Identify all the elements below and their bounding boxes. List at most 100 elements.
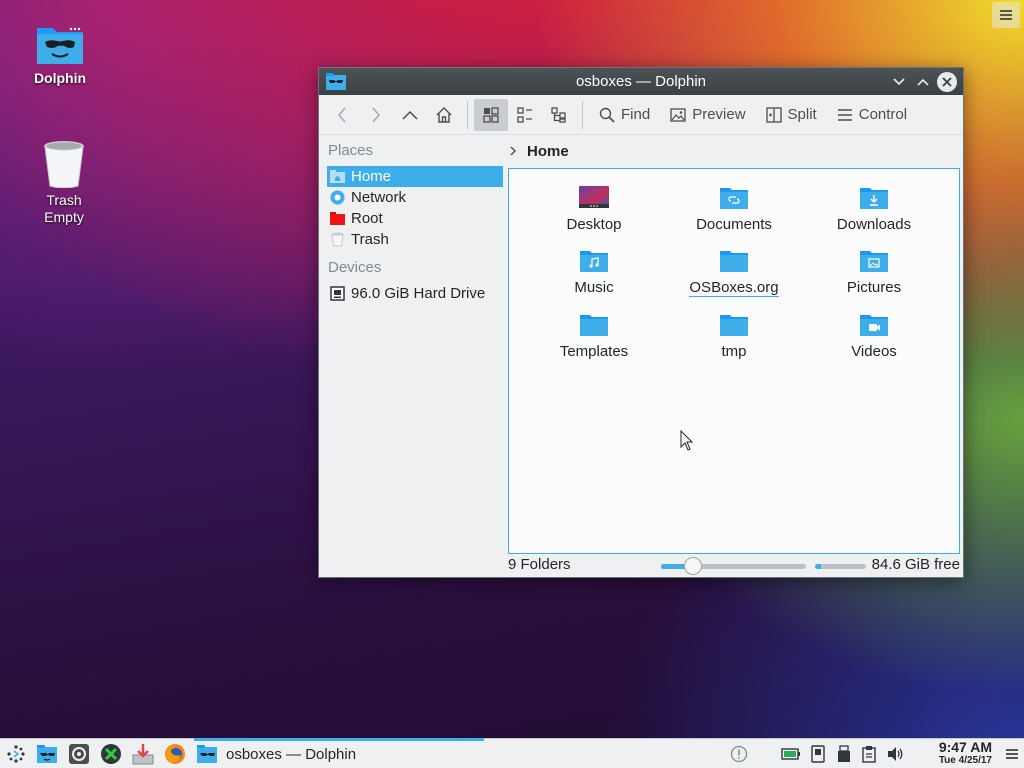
desktop-folder-icon: [579, 186, 609, 208]
arrow-up-icon: [402, 110, 418, 120]
taskbar-dolphin-launcher[interactable]: [36, 743, 58, 765]
taskbar-settings-launcher[interactable]: [68, 743, 90, 765]
download-installer-icon: [132, 744, 154, 765]
dolphin-app-icon: [37, 27, 83, 64]
window-title: osboxes — Dolphin: [575, 73, 707, 90]
file-view[interactable]: Desktop Documents Downloads Music OSBoxe…: [508, 168, 960, 554]
main-toolbar: Find Preview Split Control: [319, 95, 963, 135]
desktop-icon-dolphin[interactable]: Dolphin: [15, 22, 105, 87]
breadcrumb-current: Home: [527, 142, 569, 160]
folder-item-tmp[interactable]: tmp: [669, 307, 799, 360]
taskbar-tool-launcher[interactable]: [100, 743, 122, 765]
chevron-up-icon: [917, 78, 929, 86]
documents-folder-icon: [720, 188, 748, 209]
window-titlebar[interactable]: osboxes — Dolphin: [319, 68, 963, 95]
folder-label: Downloads: [836, 216, 912, 233]
desktop-icon-trash[interactable]: Trash Empty: [19, 140, 109, 226]
home-icon: [436, 106, 452, 123]
split-button[interactable]: Split: [756, 99, 827, 131]
find-button[interactable]: Find: [589, 99, 660, 131]
folder-item-templates[interactable]: Templates: [529, 307, 659, 360]
preview-label: Preview: [692, 106, 746, 123]
forward-button[interactable]: [359, 99, 393, 131]
folder-label: tmp: [721, 343, 747, 360]
downloads-folder-icon: [860, 188, 888, 209]
folder-label: Videos: [851, 343, 897, 360]
usb-tray[interactable]: [836, 745, 852, 763]
status-bar: 9 Folders 84.6 GiB free: [508, 556, 960, 576]
hamburger-menu-icon: [837, 108, 852, 121]
desktop-icon-label-line2: Empty: [44, 209, 84, 225]
details-view-button[interactable]: [542, 99, 576, 131]
desktop-icon-label-line1: Trash: [46, 192, 82, 208]
folder-item-documents[interactable]: Documents: [669, 180, 799, 233]
split-label: Split: [787, 106, 817, 123]
launcher-icon: [7, 745, 25, 763]
clock-date: Tue 4/25/17: [938, 755, 992, 766]
application-launcher[interactable]: [5, 743, 27, 765]
breadcrumb[interactable]: Home: [509, 141, 569, 161]
arrow-left-icon: [338, 107, 346, 122]
preview-button[interactable]: Preview: [660, 99, 755, 131]
control-menu-button[interactable]: Control: [827, 99, 917, 131]
folder-item-music[interactable]: Music: [529, 243, 659, 296]
templates-folder-icon: [580, 315, 608, 336]
folder-item-osboxes[interactable]: OSBoxes.org: [669, 243, 799, 297]
taskbar-installer-launcher[interactable]: [132, 743, 154, 765]
close-icon: [942, 77, 952, 87]
minimize-button[interactable]: [889, 72, 909, 92]
pictures-folder-icon: [860, 251, 888, 272]
places-item-home[interactable]: Home: [327, 166, 503, 187]
notifications-tray[interactable]: [730, 745, 748, 763]
devices-header: Devices: [328, 259, 382, 276]
places-item-root[interactable]: Root: [327, 208, 503, 229]
free-space-bar: [815, 564, 866, 569]
clipboard-tray[interactable]: [861, 745, 877, 763]
battery-tray[interactable]: [781, 746, 801, 762]
device-notifier-tray[interactable]: [810, 745, 826, 763]
places-item-network[interactable]: Network: [327, 187, 503, 208]
notification-icon: [730, 745, 748, 763]
dolphin-app-icon: [197, 745, 217, 763]
taskbar-firefox-launcher[interactable]: [164, 743, 186, 765]
dolphin-title-icon[interactable]: [326, 73, 346, 94]
folder-icon: [720, 251, 748, 272]
dolphin-app-icon: [37, 745, 57, 763]
places-item-trash[interactable]: Trash: [327, 229, 503, 250]
folder-item-downloads[interactable]: Downloads: [809, 180, 939, 233]
folder-item-desktop[interactable]: Desktop: [529, 180, 659, 233]
up-button[interactable]: [393, 99, 427, 131]
zoom-slider[interactable]: [661, 557, 806, 575]
folder-label: Templates: [559, 343, 629, 360]
folder-item-pictures[interactable]: Pictures: [809, 243, 939, 296]
compact-view-icon: [517, 106, 532, 123]
search-icon: [599, 107, 615, 123]
system-settings-icon: [69, 744, 89, 764]
compact-view-button[interactable]: [508, 99, 542, 131]
desktop-icon-label: Dolphin: [33, 70, 87, 86]
trash-empty-icon: [44, 141, 84, 189]
root-folder-icon: [330, 212, 345, 225]
clock-time: 9:47 AM: [938, 739, 992, 755]
zoom-slider-handle[interactable]: [684, 557, 702, 575]
free-space-bar-fill: [815, 564, 822, 569]
icons-view-button[interactable]: [474, 98, 508, 131]
folder-item-videos[interactable]: Videos: [809, 307, 939, 360]
panel-options-button[interactable]: [1004, 745, 1020, 763]
network-icon: [330, 190, 345, 205]
usb-drive-icon: [838, 745, 850, 762]
device-item-hard-drive[interactable]: 96.0 GiB Hard Drive: [327, 283, 503, 304]
back-button[interactable]: [325, 99, 359, 131]
places-item-label: Home: [351, 168, 392, 185]
digital-clock[interactable]: 9:47 AM Tue 4/25/17: [939, 740, 992, 767]
home-folder-icon: [330, 170, 345, 183]
close-button[interactable]: [937, 72, 957, 92]
desktop-toolbox-button[interactable]: [992, 2, 1020, 28]
home-button[interactable]: [427, 99, 461, 131]
maximize-button[interactable]: [913, 72, 933, 92]
control-label: Control: [858, 106, 908, 123]
volume-tray[interactable]: [886, 745, 904, 763]
task-dolphin[interactable]: osboxes — Dolphin: [194, 739, 484, 768]
clipboard-icon: [862, 746, 876, 763]
chevron-down-icon: [893, 78, 905, 86]
